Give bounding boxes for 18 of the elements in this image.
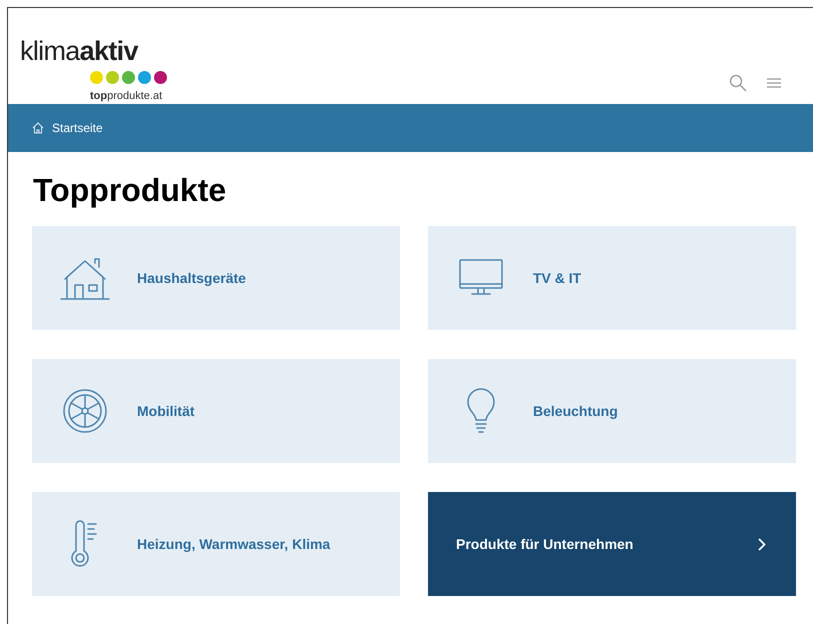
- wheel-icon: [62, 388, 108, 434]
- logo-subtitle: topprodukte.at: [90, 88, 164, 104]
- menu-icon[interactable]: [767, 77, 781, 89]
- category-card[interactable]: TV & IT: [428, 226, 796, 330]
- logo-wordmark[interactable]: klimaaktiv: [20, 36, 167, 64]
- breadcrumb-link[interactable]: Startseite: [52, 119, 103, 137]
- page-title: Topprodukte: [33, 171, 228, 210]
- light-bulb-icon: [466, 388, 496, 434]
- home-icon: [32, 122, 44, 134]
- category-card[interactable]: Heizung, Warmwasser, Klima: [32, 492, 400, 596]
- search-icon[interactable]: [729, 74, 747, 92]
- category-card[interactable]: Beleuchtung: [428, 359, 796, 463]
- category-card[interactable]: Haushaltsgeräte: [32, 226, 400, 330]
- thermometer-icon: [70, 519, 100, 569]
- monitor-icon: [458, 258, 504, 298]
- category-card[interactable]: Produkte für Unternehmen: [428, 492, 796, 596]
- chevron-right-icon: [758, 538, 766, 550]
- category-card[interactable]: Mobilität: [32, 359, 400, 463]
